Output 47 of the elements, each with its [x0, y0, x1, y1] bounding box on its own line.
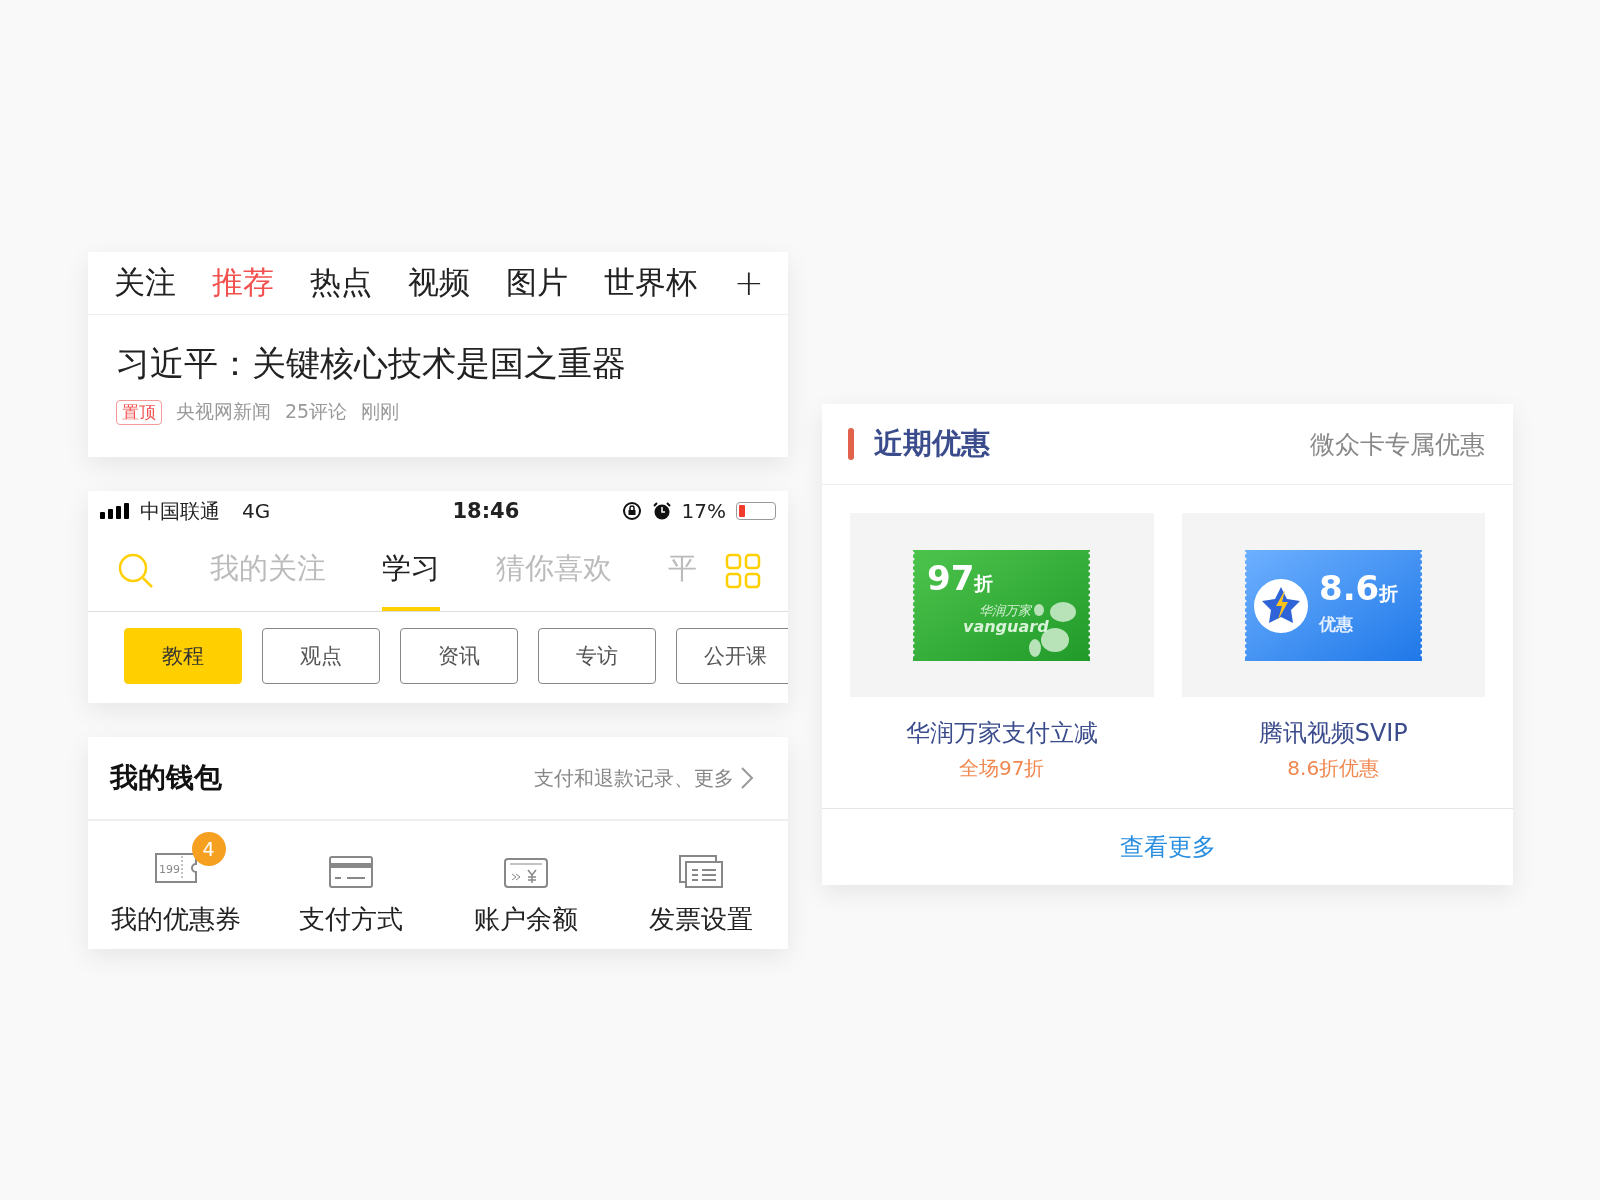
carrier-name: 中国联通: [140, 497, 220, 525]
channel-tab[interactable]: 视频: [408, 262, 470, 304]
wallet-item-label[interactable]: 账户余额: [473, 902, 578, 937]
category-chip[interactable]: 公开课: [676, 628, 788, 684]
wallet-item-label[interactable]: 支付方式: [298, 902, 403, 937]
clock-time: 18:46: [451, 499, 520, 523]
credit-card-icon: [328, 856, 373, 888]
search-icon[interactable]: [118, 553, 154, 589]
offers-subtitle: 微众卡专属优惠: [1310, 428, 1485, 461]
discount-ticket-drawing: 97折 华润万家 vanguard: [913, 549, 1091, 661]
offers-title: 近期优惠: [874, 425, 990, 462]
category-chip[interactable]: 资讯: [400, 628, 518, 684]
count-badge: 4: [191, 832, 226, 866]
rotation-lock-icon: [621, 501, 642, 521]
offer-detail: 全场97折: [959, 755, 1045, 782]
offer-detail: 8.6折优惠: [1287, 755, 1380, 782]
discount-ticket-drawing: 8.6折 优惠: [1244, 549, 1422, 661]
wallet-icon: [503, 856, 548, 888]
wallet-title: 我的钱包: [110, 760, 222, 796]
news-time: 刚刚: [361, 399, 400, 424]
news-headline[interactable]: 习近平：关键核心技术是国之重器: [116, 341, 760, 387]
channel-tab[interactable]: 关注: [114, 262, 176, 304]
comment-count: 25评论: [285, 399, 348, 424]
records-link[interactable]: 支付和退款记录、更多: [528, 763, 760, 793]
chevron-right-icon: [740, 766, 754, 790]
accent-bar: [848, 428, 854, 460]
alarm-icon: [651, 501, 672, 521]
grid-menu-icon[interactable]: [725, 553, 761, 589]
feed-tab[interactable]: 学习: [382, 531, 440, 611]
add-channel-button[interactable]: +: [733, 265, 764, 301]
wallet-item-label[interactable]: 我的优惠券: [110, 902, 241, 937]
signal-icon: [100, 503, 130, 519]
coupon-icon: 199: [153, 852, 198, 884]
offer-title: 腾讯视频SVIP: [1258, 718, 1408, 749]
channel-tab[interactable]: 世界杯: [604, 262, 697, 304]
wallet-item-label[interactable]: 发票设置: [648, 902, 753, 937]
channel-tab[interactable]: 图片: [506, 262, 568, 304]
battery-percent: 17%: [681, 499, 726, 523]
network-type: 4G: [242, 499, 271, 523]
channel-tab[interactable]: 热点: [310, 262, 372, 304]
offer-title: 华润万家支付立减: [905, 718, 1098, 749]
category-chip[interactable]: 专访: [538, 628, 656, 684]
pinned-tag: 置顶: [116, 399, 162, 425]
news-source: 央视网新闻: [176, 399, 271, 424]
category-chip[interactable]: 教程: [124, 628, 242, 684]
category-chip[interactable]: 观点: [262, 628, 380, 684]
documents-icon: [677, 854, 724, 888]
